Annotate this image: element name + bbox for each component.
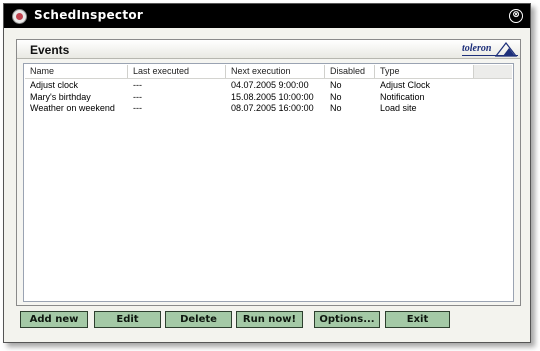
list-rows: Adjust clock --- 04.07.2005 9:00:00 No A… — [25, 80, 512, 115]
cell-type: Load site — [380, 103, 417, 113]
logo-triangle-icon — [462, 42, 518, 57]
cell-next-execution: 04.07.2005 9:00:00 — [231, 80, 309, 90]
cell-name: Weather on weekend — [30, 103, 115, 113]
table-row[interactable]: Mary's birthday --- 15.08.2005 10:00:00 … — [25, 92, 512, 104]
cell-disabled: No — [330, 80, 342, 90]
add-new-button[interactable]: Add new — [20, 311, 88, 328]
panel-title: Events — [30, 43, 70, 57]
column-header-name[interactable]: Name — [25, 65, 128, 78]
table-row[interactable]: Adjust clock --- 04.07.2005 9:00:00 No A… — [25, 80, 512, 92]
cell-disabled: No — [330, 91, 342, 102]
cell-name: Adjust clock — [30, 80, 79, 90]
cell-type: Adjust Clock — [380, 80, 431, 90]
title-bar[interactable]: SchedInspector ⊗ — [4, 4, 530, 28]
window-title: SchedInspector — [34, 8, 144, 22]
delete-button[interactable]: Delete — [165, 311, 232, 328]
cell-last-executed: --- — [133, 91, 142, 102]
column-header-disabled[interactable]: Disabled — [325, 65, 375, 78]
cell-last-executed: --- — [133, 80, 142, 90]
app-window: SchedInspector ⊗ Events toleron Name Las… — [3, 3, 531, 343]
events-panel-header: Events toleron — [17, 40, 520, 59]
cell-type: Notification — [380, 91, 425, 102]
table-row[interactable]: Weather on weekend --- 08.07.2005 16:00:… — [25, 103, 512, 115]
app-icon[interactable] — [12, 9, 27, 24]
column-header-last-executed[interactable]: Last executed — [128, 65, 226, 78]
close-icon[interactable]: ⊗ — [509, 9, 523, 23]
edit-button[interactable]: Edit — [94, 311, 161, 328]
events-panel: Events toleron Name Last executed Next e… — [16, 39, 521, 306]
cell-last-executed: --- — [133, 103, 142, 113]
options-button[interactable]: Options... — [314, 311, 380, 328]
events-list[interactable]: Name Last executed Next execution Disabl… — [23, 63, 514, 302]
run-now-button[interactable]: Run now! — [236, 311, 303, 328]
column-header-next-execution[interactable]: Next execution — [226, 65, 325, 78]
button-bar: Add new Edit Delete Run now! Options... … — [20, 311, 530, 329]
column-header-filler — [474, 65, 512, 78]
cell-name: Mary's birthday — [30, 91, 91, 102]
cell-next-execution: 15.08.2005 10:00:00 — [231, 91, 314, 102]
cell-disabled: No — [330, 103, 342, 113]
column-header-type[interactable]: Type — [375, 65, 474, 78]
exit-button[interactable]: Exit — [385, 311, 450, 328]
list-header: Name Last executed Next execution Disabl… — [25, 65, 512, 79]
cell-next-execution: 08.07.2005 16:00:00 — [231, 103, 314, 113]
toleron-logo-icon: toleron — [462, 42, 518, 57]
